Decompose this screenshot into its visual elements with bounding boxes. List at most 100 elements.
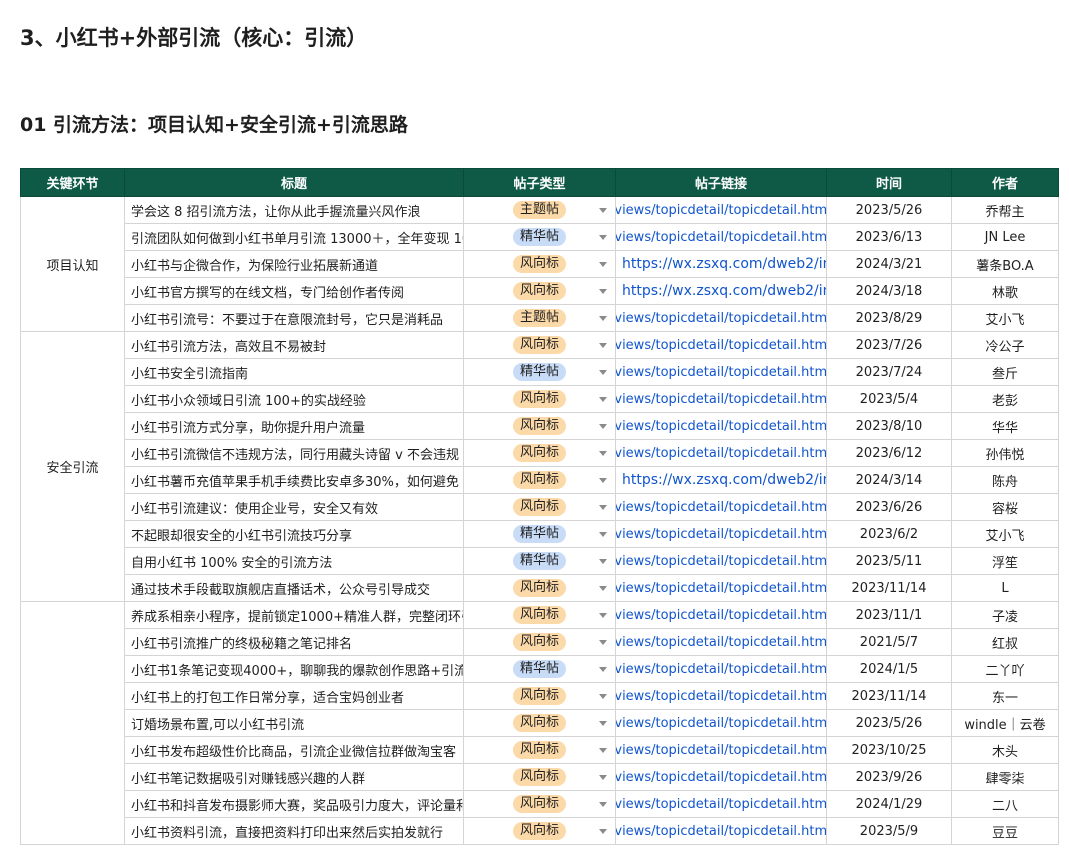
chevron-down-icon[interactable]: [599, 208, 607, 213]
post-link[interactable]: /views/topicdetail/topicdetail.html?topi…: [615, 547, 827, 575]
post-title: 学会这 8 招引流方法，让你从此手握流量兴风作浪: [124, 196, 464, 224]
post-type-dropdown[interactable]: 风向标: [463, 466, 616, 494]
post-link[interactable]: /views/topicdetail/topicdetail.html?topi…: [615, 520, 827, 548]
post-link-text[interactable]: https://wx.zsxq.com/dweb2/index: [622, 472, 826, 488]
post-type-dropdown[interactable]: 主题帖: [463, 196, 616, 224]
post-link[interactable]: /views/topicdetail/topicdetail.html?topi…: [615, 574, 827, 602]
post-link-text[interactable]: /views/topicdetail/topicdetail.html?topi…: [617, 500, 826, 515]
post-link-text[interactable]: /views/topicdetail/topicdetail.html?topi…: [617, 446, 826, 461]
post-link-text[interactable]: https://wx.zsxq.com/dweb2/index: [622, 283, 826, 299]
chevron-down-icon[interactable]: [599, 694, 607, 699]
post-type-dropdown[interactable]: 风向标: [463, 574, 616, 602]
post-type-dropdown[interactable]: 风向标: [463, 385, 616, 413]
chevron-down-icon[interactable]: [599, 640, 607, 645]
post-link[interactable]: /views/topicdetail/topicdetail.html?topi…: [615, 412, 827, 440]
chevron-down-icon[interactable]: [599, 532, 607, 537]
post-type-dropdown[interactable]: 精华帖: [463, 223, 616, 251]
post-link-text[interactable]: /views/topicdetail/topicdetail.html?topi…: [617, 770, 826, 785]
chevron-down-icon[interactable]: [599, 559, 607, 564]
post-link[interactable]: /views/topicdetail/topicdetail.html?topi…: [615, 790, 827, 818]
post-link-text[interactable]: /views/topicdetail/topicdetail.html?topi…: [617, 311, 826, 326]
post-type-dropdown[interactable]: 风向标: [463, 250, 616, 278]
post-type-dropdown[interactable]: 风向标: [463, 412, 616, 440]
post-link[interactable]: /views/topicdetail/topicdetail.html?topi…: [615, 304, 827, 332]
post-link-text[interactable]: /views/topicdetail/topicdetail.html?topi…: [617, 797, 826, 812]
chevron-down-icon[interactable]: [599, 721, 607, 726]
post-link-text[interactable]: /views/topicdetail/topicdetail.html?topi…: [617, 230, 826, 245]
post-link[interactable]: /views/topicdetail/topicdetail.html?topi…: [615, 736, 827, 764]
post-link[interactable]: /views/topicdetail/topicdetail.html?topi…: [615, 763, 827, 791]
post-link[interactable]: /views/topicdetail/topicdetail.html?topi…: [615, 223, 827, 251]
post-link[interactable]: /views/topicdetail/topicdetail.html?topi…: [615, 709, 827, 737]
chevron-down-icon[interactable]: [599, 505, 607, 510]
chevron-down-icon[interactable]: [599, 586, 607, 591]
post-link[interactable]: /views/topicdetail/topicdetail.html?topi…: [615, 331, 827, 359]
chevron-down-icon[interactable]: [599, 397, 607, 402]
chevron-down-icon[interactable]: [599, 829, 607, 834]
chevron-down-icon[interactable]: [599, 424, 607, 429]
post-link-text[interactable]: /views/topicdetail/topicdetail.html?topi…: [617, 392, 826, 407]
post-link-text[interactable]: /views/topicdetail/topicdetail.html?topi…: [617, 743, 826, 758]
chevron-down-icon[interactable]: [599, 478, 607, 483]
post-link[interactable]: /views/topicdetail/topicdetail.html?topi…: [615, 385, 827, 413]
post-link[interactable]: /views/topicdetail/topicdetail.html?topi…: [615, 682, 827, 710]
chevron-down-icon[interactable]: [599, 316, 607, 321]
post-link-text[interactable]: /views/topicdetail/topicdetail.html?topi…: [617, 203, 826, 218]
post-link[interactable]: https://wx.zsxq.com/dweb2/index: [615, 277, 827, 305]
post-link-text[interactable]: /views/topicdetail/topicdetail.html?topi…: [617, 689, 826, 704]
chevron-down-icon[interactable]: [599, 775, 607, 780]
post-link[interactable]: https://wx.zsxq.com/dweb2/index: [615, 250, 827, 278]
chevron-down-icon[interactable]: [599, 451, 607, 456]
post-type-dropdown[interactable]: 风向标: [463, 628, 616, 656]
post-link-text[interactable]: https://wx.zsxq.com/dweb2/index: [622, 256, 826, 272]
post-link-text[interactable]: /views/topicdetail/topicdetail.html?topi…: [617, 419, 826, 434]
chevron-down-icon[interactable]: [599, 343, 607, 348]
post-link[interactable]: /views/topicdetail/topicdetail.html?topi…: [615, 601, 827, 629]
post-type-dropdown[interactable]: 风向标: [463, 817, 616, 845]
post-link-text[interactable]: /views/topicdetail/topicdetail.html?topi…: [617, 338, 826, 353]
post-link[interactable]: /views/topicdetail/topicdetail.html?topi…: [615, 493, 827, 521]
chevron-down-icon[interactable]: [599, 262, 607, 267]
post-type-tag: 主题帖: [512, 309, 566, 327]
post-type-dropdown[interactable]: 风向标: [463, 277, 616, 305]
post-type-dropdown[interactable]: 风向标: [463, 493, 616, 521]
post-link-text[interactable]: /views/topicdetail/topicdetail.html?topi…: [617, 716, 826, 731]
post-type-dropdown[interactable]: 风向标: [463, 790, 616, 818]
chevron-down-icon[interactable]: [599, 613, 607, 618]
post-link[interactable]: /views/topicdetail/topicdetail.html?topi…: [615, 655, 827, 683]
post-type-dropdown[interactable]: 风向标: [463, 709, 616, 737]
chevron-down-icon[interactable]: [599, 289, 607, 294]
post-link-text[interactable]: /views/topicdetail/topicdetail.html?topi…: [617, 554, 826, 569]
post-link[interactable]: https://wx.zsxq.com/dweb2/index: [615, 466, 827, 494]
chevron-down-icon[interactable]: [599, 370, 607, 375]
post-link[interactable]: /views/topicdetail/topicdetail.html?topi…: [615, 439, 827, 467]
post-type-dropdown[interactable]: 精华帖: [463, 358, 616, 386]
post-author: 叁斤: [951, 358, 1059, 386]
post-link-text[interactable]: /views/topicdetail/topicdetail.html?topi…: [617, 527, 826, 542]
post-link[interactable]: /views/topicdetail/topicdetail.html?topi…: [615, 196, 827, 224]
post-date: 2023/10/25: [826, 736, 952, 764]
post-type-dropdown[interactable]: 主题帖: [463, 304, 616, 332]
post-link-text[interactable]: /views/topicdetail/topicdetail.html?topi…: [617, 635, 826, 650]
post-type-dropdown[interactable]: 风向标: [463, 331, 616, 359]
chevron-down-icon[interactable]: [599, 667, 607, 672]
post-type-dropdown[interactable]: 精华帖: [463, 520, 616, 548]
post-link-text[interactable]: /views/topicdetail/topicdetail.html?topi…: [617, 662, 826, 677]
post-type-dropdown[interactable]: 精华帖: [463, 547, 616, 575]
chevron-down-icon[interactable]: [599, 235, 607, 240]
post-link-text[interactable]: /views/topicdetail/topicdetail.html?topi…: [617, 365, 826, 380]
post-type-dropdown[interactable]: 精华帖: [463, 655, 616, 683]
post-link-text[interactable]: /views/topicdetail/topicdetail.html?topi…: [617, 608, 826, 623]
post-type-dropdown[interactable]: 风向标: [463, 682, 616, 710]
post-link[interactable]: /views/topicdetail/topicdetail.html?topi…: [615, 358, 827, 386]
post-type-dropdown[interactable]: 风向标: [463, 763, 616, 791]
chevron-down-icon[interactable]: [599, 748, 607, 753]
post-type-dropdown[interactable]: 风向标: [463, 736, 616, 764]
post-type-dropdown[interactable]: 风向标: [463, 439, 616, 467]
post-link-text[interactable]: /views/topicdetail/topicdetail.html?topi…: [617, 581, 826, 596]
chevron-down-icon[interactable]: [599, 802, 607, 807]
post-link[interactable]: /views/topicdetail/topicdetail.html?topi…: [615, 817, 827, 845]
post-type-dropdown[interactable]: 风向标: [463, 601, 616, 629]
post-link[interactable]: /views/topicdetail/topicdetail.html?topi…: [615, 628, 827, 656]
post-link-text[interactable]: /views/topicdetail/topicdetail.html?topi…: [617, 824, 826, 839]
